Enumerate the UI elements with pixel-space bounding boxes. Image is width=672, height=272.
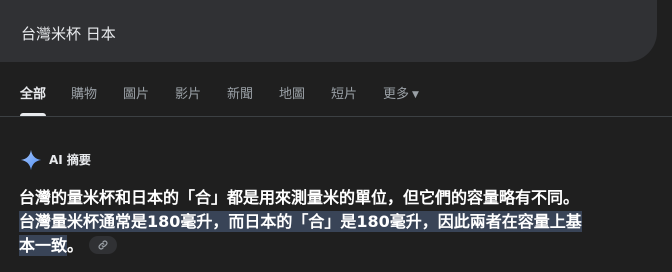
summary-sentence-1: 台灣的量米杯和日本的「合」都是用來測量米的單位，但它們的容量略有不同。 xyxy=(19,188,580,207)
ai-overview-title: AI 摘要 xyxy=(49,153,91,167)
tab-all[interactable]: 全部 xyxy=(20,87,46,103)
tabs-divider xyxy=(0,116,672,117)
tab-maps[interactable]: 地圖 xyxy=(279,87,305,103)
tab-more-label: 更多 xyxy=(383,87,410,102)
source-link-button[interactable] xyxy=(89,236,118,254)
search-input[interactable]: 台灣米杯 日本 xyxy=(21,24,116,44)
tab-images[interactable]: 圖片 xyxy=(123,87,149,103)
tab-shorts[interactable]: 短片 xyxy=(331,87,357,103)
highlighted-sentence-line-2: 本一致 xyxy=(19,235,68,256)
sentence-end-punctuation: 。 xyxy=(67,236,84,255)
link-icon xyxy=(98,240,108,250)
highlighted-sentence-line-1: 台灣量米杯通常是180毫升，而日本的「合」是180毫升，因此兩者在容量上基 xyxy=(19,211,582,232)
tab-shopping[interactable]: 購物 xyxy=(71,87,97,103)
sparkle-icon xyxy=(20,149,42,171)
ai-overview-summary: 台灣的量米杯和日本的「合」都是用來測量米的單位，但它們的容量略有不同。 台灣量米… xyxy=(19,186,664,258)
search-bar[interactable]: 台灣米杯 日本 xyxy=(0,0,657,62)
caret-down-icon: ▼ xyxy=(412,90,419,100)
tab-news[interactable]: 新聞 xyxy=(227,87,253,103)
tab-videos[interactable]: 影片 xyxy=(175,87,201,103)
search-tabs: 全部 購物 圖片 影片 新聞 地圖 短片 更多 ▼ xyxy=(0,80,672,116)
tab-more[interactable]: 更多 ▼ xyxy=(383,87,419,103)
